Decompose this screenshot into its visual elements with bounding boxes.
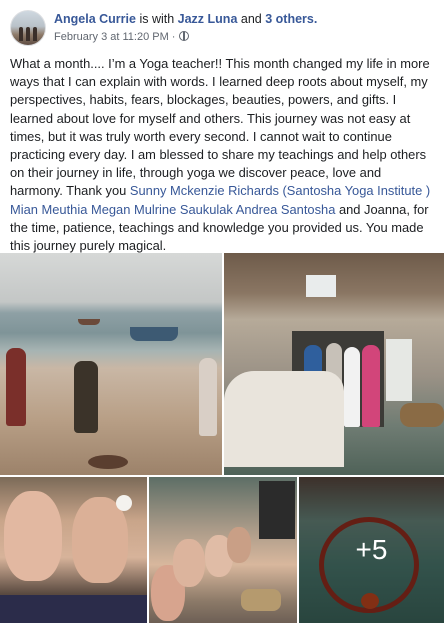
poster: [259, 481, 295, 539]
face: [4, 491, 62, 581]
person: [199, 358, 217, 436]
face: [227, 527, 251, 563]
avatar[interactable]: [10, 10, 46, 46]
globe-icon[interactable]: [178, 31, 189, 41]
avatar-figure: [19, 27, 23, 41]
person: [344, 347, 360, 427]
person: [362, 345, 380, 427]
person: [6, 348, 26, 426]
photo-group-studio[interactable]: [224, 253, 444, 475]
flowers: [88, 455, 128, 469]
post-meta: February 3 at 11:20 PM ·: [54, 31, 189, 43]
boat: [78, 319, 100, 325]
more-photos-overlay[interactable]: +5: [299, 477, 444, 623]
mention-link[interactable]: Megan Mulrine: [91, 202, 176, 217]
photo-beach[interactable]: [0, 253, 222, 475]
with-text: is with: [135, 12, 178, 26]
photo-om-symbol[interactable]: +5: [299, 477, 444, 623]
cushion: [400, 403, 444, 427]
post-body: What a month.... I’m a Yoga teacher!! Th…: [10, 55, 436, 255]
more-photos-count: +5: [355, 534, 388, 565]
photo-group-selfie[interactable]: [149, 477, 297, 623]
post-timestamp[interactable]: February 3 at 11:20 PM: [54, 31, 169, 43]
others-link[interactable]: 3 others.: [265, 12, 317, 26]
author-link[interactable]: Angela Currie: [54, 12, 136, 26]
mention-link[interactable]: Mian Meuthia: [10, 202, 87, 217]
photo-selfie[interactable]: [0, 477, 147, 623]
cushion: [241, 589, 281, 611]
avatar-figure: [26, 27, 30, 41]
shirt: [0, 595, 147, 623]
flower: [116, 495, 132, 511]
person: [74, 361, 98, 433]
sitting-person: [224, 371, 344, 467]
whiteboard: [386, 339, 412, 401]
meta-separator: ·: [168, 31, 179, 43]
mention-link[interactable]: Sunny Mckenzie Richards (Santosha Yoga I…: [130, 183, 430, 198]
post-text-intro: What a month.... I’m a Yoga teacher!! Th…: [10, 56, 430, 199]
and-text: and: [237, 12, 266, 26]
roof-window: [306, 275, 336, 297]
post-header: Angela Currie is with Jazz Luna and 3 ot…: [0, 0, 444, 50]
avatar-figure: [33, 27, 37, 41]
face: [173, 539, 205, 587]
mention-link[interactable]: Saukulak Andrea Santosha: [180, 202, 336, 217]
boat: [130, 327, 178, 341]
tagged-friend-link[interactable]: Jazz Luna: [178, 12, 238, 26]
post-author-line: Angela Currie is with Jazz Luna and 3 ot…: [54, 12, 317, 27]
